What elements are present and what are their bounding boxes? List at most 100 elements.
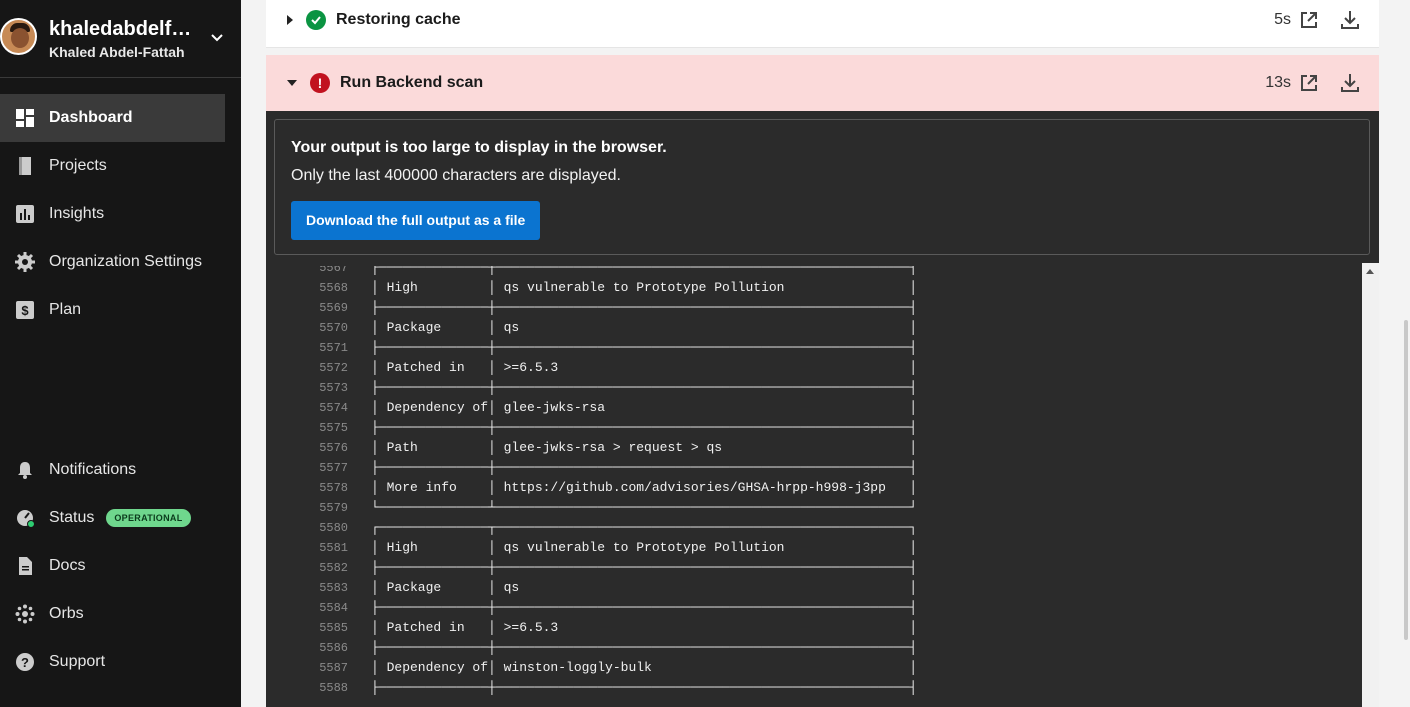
- log-line: 5572 │ Patched in │ >=6.5.3 │: [266, 358, 1362, 378]
- chevron-down-icon[interactable]: [207, 28, 227, 48]
- sidebar-item-docs[interactable]: Docs: [0, 542, 225, 590]
- log-line: 5578 │ More info │ https://github.com/adv…: [266, 478, 1362, 498]
- line-number: 5579: [319, 501, 348, 515]
- svg-text:$: $: [21, 303, 29, 318]
- line-number: 5580: [319, 521, 348, 535]
- sidebar-item-projects[interactable]: Projects: [0, 142, 225, 190]
- sidebar-item-status[interactable]: Status OPERATIONAL: [0, 494, 225, 542]
- line-number: 5574: [319, 401, 348, 415]
- line-number: 5583: [319, 581, 348, 595]
- sidebar-item-label: Projects: [49, 157, 107, 174]
- open-external-icon[interactable]: [1299, 10, 1319, 30]
- svg-text:?: ?: [21, 655, 29, 670]
- sidebar-item-dashboard[interactable]: Dashboard: [0, 94, 225, 142]
- download-full-output-button[interactable]: Download the full output as a file: [291, 201, 541, 240]
- line-text: │ More info │ https://github.com/advisor…: [371, 480, 918, 495]
- line-text: │ Patched in │ >=6.5.3 │: [371, 620, 918, 635]
- line-text: ├──────────────┼────────────────────────…: [371, 380, 918, 395]
- log-line: 5570 │ Package │ qs │: [266, 318, 1362, 338]
- log-line: 5585 │ Patched in │ >=6.5.3 │: [266, 618, 1362, 638]
- line-text: │ Dependency of│ glee-jwks-rsa │: [371, 400, 918, 415]
- line-number: 5570: [319, 321, 348, 335]
- output-too-large-notice: Your output is too large to display in t…: [274, 119, 1370, 255]
- download-icon[interactable]: [1339, 72, 1361, 94]
- line-text: ├──────────────┼────────────────────────…: [371, 460, 918, 475]
- status-badge: OPERATIONAL: [106, 509, 191, 527]
- step-restoring-cache[interactable]: Restoring cache 5s: [266, 0, 1379, 48]
- insights-icon: [15, 204, 35, 224]
- line-number: 5572: [319, 361, 348, 375]
- line-text: ┌──────────────┬────────────────────────…: [371, 520, 918, 535]
- sidebar-item-plan[interactable]: $ Plan: [0, 286, 225, 334]
- log-line: 5582 ├──────────────┼────────────────────…: [266, 558, 1362, 578]
- log-line: 5580 ┌──────────────┬────────────────────…: [266, 518, 1362, 538]
- line-number: 5571: [319, 341, 348, 355]
- step-run-backend-scan[interactable]: ! Run Backend scan 13s: [266, 55, 1379, 111]
- line-number: 5569: [319, 301, 348, 315]
- sidebar: khaledabdelfa... Khaled Abdel-Fattah Das…: [0, 0, 241, 707]
- sidebar-item-orbs[interactable]: Orbs: [0, 590, 225, 638]
- log-line: 5586 ├──────────────┼────────────────────…: [266, 638, 1362, 658]
- log-line: 5579 └──────────────┴────────────────────…: [266, 498, 1362, 518]
- log-line: 5577 ├──────────────┼────────────────────…: [266, 458, 1362, 478]
- open-external-icon[interactable]: [1299, 73, 1319, 93]
- log-output: 5567 ├──────────────┼────────────────────…: [266, 266, 1362, 707]
- sidebar-item-label: Status: [49, 509, 95, 526]
- success-icon: [306, 9, 326, 30]
- plan-icon: $: [15, 300, 35, 320]
- log-line: 5569 ├──────────────┼────────────────────…: [266, 298, 1362, 318]
- line-text: │ Package │ qs │: [371, 580, 918, 595]
- download-icon[interactable]: [1339, 9, 1361, 31]
- sidebar-item-label: Docs: [49, 557, 86, 574]
- log-line: 5587 │ Dependency of│ winston-loggly-bulk…: [266, 658, 1362, 678]
- log-line: 5574 │ Dependency of│ glee-jwks-rsa │: [266, 398, 1362, 418]
- orbs-icon: [15, 604, 35, 624]
- scroll-up-icon[interactable]: [1366, 269, 1374, 274]
- log-line: 5576 │ Path │ glee-jwks-rsa > request > q…: [266, 438, 1362, 458]
- caret-down-icon[interactable]: [287, 80, 297, 86]
- line-text: │ Path │ glee-jwks-rsa > request > qs │: [371, 440, 918, 455]
- log-line: 5568 │ High │ qs vulnerable to Prototype …: [266, 278, 1362, 298]
- sidebar-item-support[interactable]: ? Support: [0, 638, 225, 686]
- line-text: │ High │ qs vulnerable to Prototype Poll…: [371, 280, 918, 295]
- log-line: 5588 ├──────────────┼────────────────────…: [266, 678, 1362, 698]
- line-text: ├──────────────┼────────────────────────…: [371, 640, 918, 655]
- line-text: ├──────────────┼────────────────────────…: [371, 600, 918, 615]
- step-title: Run Backend scan: [340, 74, 484, 91]
- sidebar-item-label: Dashboard: [49, 109, 133, 126]
- line-text: ├──────────────┼────────────────────────…: [371, 340, 918, 355]
- line-number: 5585: [319, 621, 348, 635]
- step-duration: 5s: [1274, 10, 1291, 28]
- org-switcher[interactable]: khaledabdelfa... Khaled Abdel-Fattah: [0, 0, 241, 78]
- caret-right-icon[interactable]: [287, 14, 293, 25]
- gear-icon: [15, 252, 35, 272]
- bell-icon: [15, 460, 35, 480]
- line-text: ├──────────────┼────────────────────────…: [371, 560, 918, 575]
- line-number: 5577: [319, 461, 348, 475]
- sidebar-item-label: Organization Settings: [49, 253, 202, 270]
- line-text: ├──────────────┼────────────────────────…: [371, 266, 918, 275]
- status-icon: [15, 508, 35, 528]
- sidebar-item-insights[interactable]: Insights: [0, 190, 225, 238]
- log-line: 5573 ├──────────────┼────────────────────…: [266, 378, 1362, 398]
- sidebar-item-organization-settings[interactable]: Organization Settings: [0, 238, 225, 286]
- line-number: 5581: [319, 541, 348, 555]
- sidebar-item-notifications[interactable]: Notifications: [0, 446, 225, 494]
- log-scrollbar[interactable]: [1362, 263, 1379, 707]
- line-number: 5567: [319, 266, 348, 275]
- line-number: 5588: [319, 681, 348, 695]
- line-text: │ Patched in │ >=6.5.3 │: [371, 360, 918, 375]
- line-number: 5584: [319, 601, 348, 615]
- sidebar-item-label: Orbs: [49, 605, 84, 622]
- log-line: 5571 ├──────────────┼────────────────────…: [266, 338, 1362, 358]
- sidebar-item-label: Plan: [49, 301, 82, 318]
- page-scrollbar[interactable]: [1404, 320, 1408, 640]
- error-icon: !: [310, 73, 330, 93]
- sidebar-item-label: Support: [49, 653, 106, 670]
- log-line: 5567 ├──────────────┼────────────────────…: [266, 266, 1362, 278]
- avatar: [0, 18, 37, 55]
- sidebar-item-label: Notifications: [49, 461, 137, 478]
- line-text: ├──────────────┼────────────────────────…: [371, 300, 918, 315]
- line-text: ├──────────────┼────────────────────────…: [371, 680, 918, 695]
- org-name: khaledabdelfa...: [49, 18, 199, 40]
